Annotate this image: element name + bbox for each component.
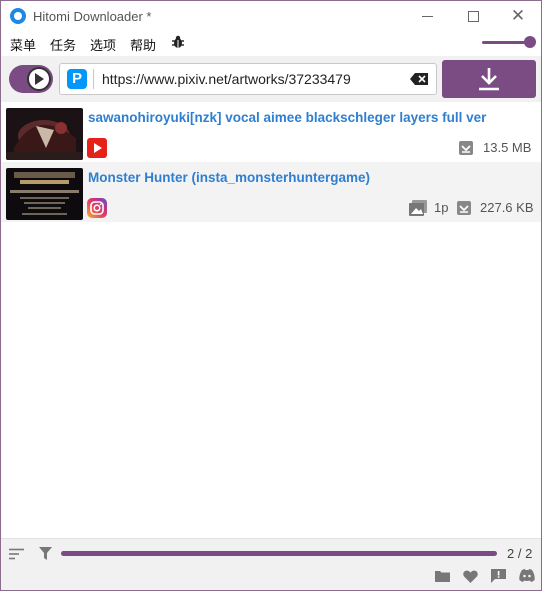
file-size-icon — [457, 201, 471, 215]
menu-item-help[interactable]: 帮助 — [130, 35, 156, 54]
download-button[interactable] — [442, 60, 536, 98]
task-row[interactable]: Monster Hunter (insta_monsterhuntergame)… — [1, 162, 541, 222]
task-page-count: 1p — [434, 200, 449, 215]
minimize-icon — [421, 15, 433, 17]
url-input[interactable] — [102, 68, 402, 90]
progress-fill — [61, 551, 497, 556]
task-list: sawanohiroyuki[nzk] vocal aimee blacksch… — [1, 102, 541, 222]
app-logo-icon — [10, 8, 26, 24]
heart-icon[interactable] — [463, 570, 478, 583]
menu-item-tasks[interactable]: 任务 — [50, 35, 76, 54]
overall-progress-bar — [61, 551, 497, 556]
sort-icon[interactable] — [9, 548, 24, 560]
task-thumbnail — [6, 108, 83, 160]
file-size-icon — [459, 141, 473, 155]
clear-url-icon[interactable] — [410, 73, 428, 85]
play-icon — [27, 67, 51, 91]
speed-slider[interactable] — [482, 35, 536, 49]
maximize-icon — [467, 10, 479, 22]
url-toolbar: P — [1, 56, 541, 102]
task-size: 227.6 KB — [480, 200, 534, 215]
bug-report-icon[interactable] — [171, 35, 185, 49]
run-toggle[interactable] — [9, 65, 53, 93]
menu-bar: 菜单 任务 选项 帮助 — [1, 31, 541, 55]
task-size: 13.5 MB — [483, 140, 532, 155]
discord-icon[interactable] — [519, 569, 535, 582]
minimize-button[interactable] — [404, 1, 450, 31]
filter-icon[interactable] — [39, 547, 52, 561]
task-row[interactable]: sawanohiroyuki[nzk] vocal aimee blacksch… — [1, 102, 541, 162]
feedback-icon[interactable] — [491, 569, 506, 583]
close-icon: ✕ — [510, 6, 526, 25]
pixiv-icon[interactable]: P — [67, 69, 87, 89]
menu-item-options[interactable]: 选项 — [90, 35, 116, 54]
app-window: Hitomi Downloader * ✕ 菜单 任务 选项 帮助 P http… — [0, 0, 542, 591]
task-title[interactable]: Monster Hunter (insta_monsterhuntergame) — [88, 170, 370, 185]
title-bar: Hitomi Downloader * ✕ — [1, 1, 541, 31]
download-icon — [479, 68, 499, 91]
instagram-icon — [87, 198, 107, 218]
task-title[interactable]: sawanohiroyuki[nzk] vocal aimee blacksch… — [88, 110, 486, 125]
image-count-icon — [409, 200, 427, 216]
slider-track — [482, 41, 528, 44]
url-divider — [93, 69, 94, 89]
folder-icon[interactable] — [435, 570, 450, 582]
slider-thumb[interactable] — [524, 36, 536, 48]
url-field-container: P — [59, 63, 437, 95]
menu-item-menu[interactable]: 菜单 — [10, 35, 36, 54]
youtube-icon — [87, 138, 107, 158]
close-button[interactable]: ✕ — [495, 1, 541, 31]
task-thumbnail — [6, 168, 83, 220]
window-title: Hitomi Downloader * — [33, 9, 152, 24]
maximize-button[interactable] — [450, 1, 496, 31]
status-bar: 2 / 2 — [1, 538, 541, 590]
task-counter: 2 / 2 — [507, 546, 533, 561]
